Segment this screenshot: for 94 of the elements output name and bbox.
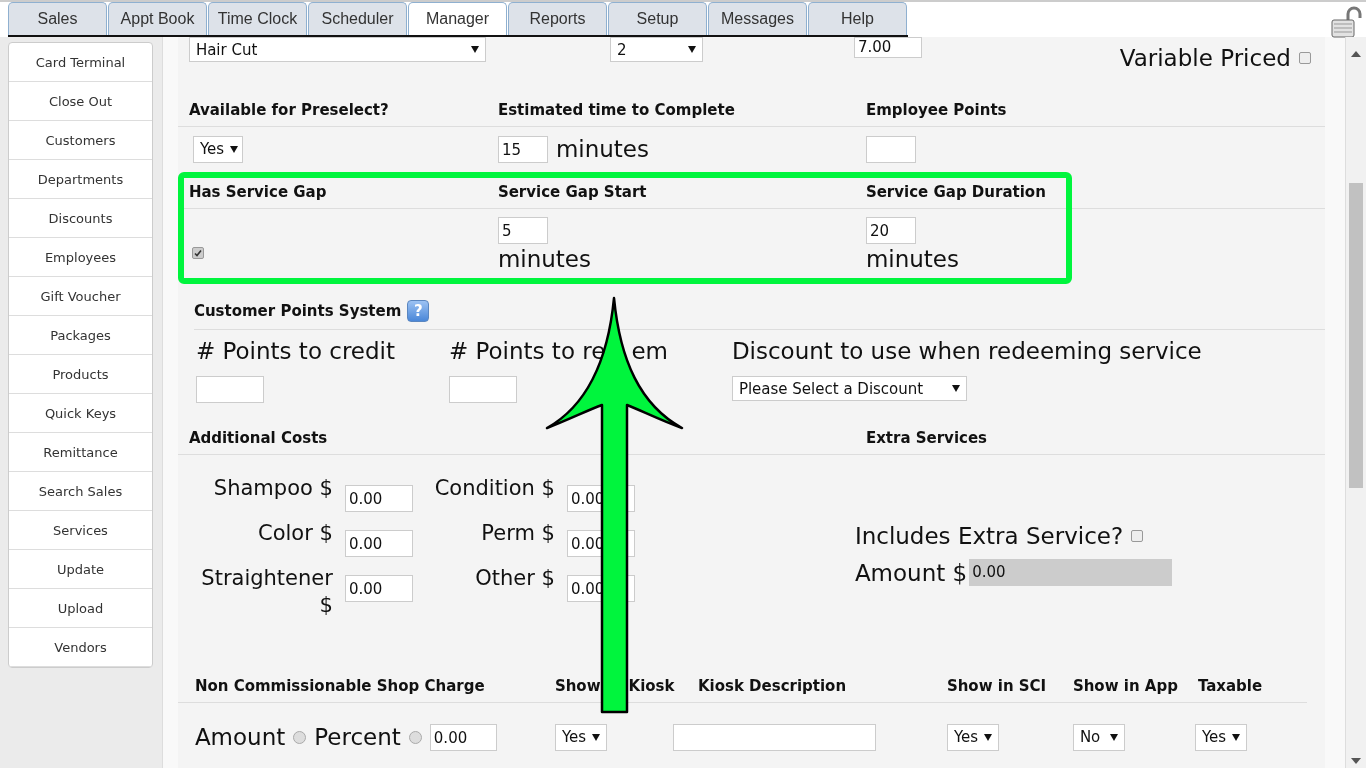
caret-icon — [1232, 733, 1241, 741]
column-header: Service Gap Start — [497, 183, 648, 201]
column-header: Kiosk Description — [697, 677, 847, 695]
scrollbar[interactable] — [1345, 37, 1366, 768]
checkbox[interactable] — [1298, 52, 1311, 64]
column-header: Available for Preselect? — [188, 101, 390, 119]
nav-tab[interactable]: Messages — [708, 2, 807, 35]
option-label: Percent — [314, 724, 401, 750]
sidebar-item[interactable]: Products — [9, 355, 152, 394]
field-label: em — [631, 338, 668, 364]
caret-icon — [230, 145, 239, 153]
cost-label: Color $ — [257, 520, 333, 547]
discount-dropdown[interactable]: Please Select a Discount — [731, 376, 967, 401]
column-header: Non Commissionable Shop Charge — [194, 677, 485, 695]
sidebar-item[interactable]: Packages — [9, 316, 152, 355]
field-label: Variable Priced — [1119, 45, 1291, 71]
nav-tab[interactable]: Time Clock — [208, 2, 307, 35]
cost-label: Perm $ — [480, 520, 555, 547]
preselect-dropdown[interactable]: Yes — [192, 135, 243, 163]
cost-label: Other $ — [474, 565, 555, 592]
minutes-field[interactable]: 5 — [497, 217, 548, 244]
radio-button[interactable] — [293, 730, 307, 744]
sidebar-item[interactable]: Departments — [9, 160, 152, 199]
points-field[interactable] — [448, 376, 517, 403]
checkbox[interactable] — [1131, 530, 1144, 542]
sidebar-item[interactable]: Customers — [9, 121, 152, 160]
yes-no-dropdown[interactable]: No — [1072, 723, 1125, 751]
column-header: Show — [554, 677, 601, 695]
nav-tab[interactable]: Help — [808, 2, 907, 35]
caret-icon — [687, 46, 696, 53]
sidebar-item[interactable]: Search Sales — [9, 472, 152, 511]
field-label: Amount $ — [854, 559, 968, 586]
description-field[interactable] — [672, 723, 876, 751]
radio-button[interactable] — [408, 730, 422, 744]
sidebar-item[interactable]: Close Out — [9, 82, 152, 121]
yes-no-dropdown[interactable]: Yes — [1194, 723, 1247, 751]
caret-icon — [951, 385, 960, 392]
cost-label: Straightener $ — [200, 565, 333, 620]
field-label: # Points to credit — [195, 338, 396, 364]
nav-tab[interactable]: Setup — [608, 2, 707, 35]
option-label: Amount — [194, 724, 286, 750]
sidebar-item[interactable]: Employees — [9, 238, 152, 277]
sidebar-item[interactable]: Card Terminal — [9, 43, 152, 82]
caret-icon — [470, 46, 479, 53]
nav-tab[interactable]: Sales — [8, 2, 107, 35]
field-label: Discount to use when redeeming service — [731, 338, 1202, 364]
sidebar-item[interactable]: Services — [9, 511, 152, 550]
column-header: Estimated time to Complete — [497, 101, 736, 119]
column-header: Has Service Gap — [188, 183, 328, 201]
nav-tab[interactable]: Appt Book — [108, 2, 207, 35]
amount-field[interactable]: 0.00 — [969, 559, 1173, 586]
section-title: Customer Points System — [193, 302, 402, 320]
nav-tab[interactable]: Reports — [508, 2, 607, 35]
column-header: Taxable — [1197, 677, 1263, 695]
cost-field[interactable]: 0.00 — [344, 485, 413, 512]
checkbox[interactable] — [191, 247, 204, 259]
sidebar-item[interactable]: Update — [9, 550, 152, 589]
sidebar-item[interactable]: Vendors — [9, 628, 152, 667]
unit-label: minutes — [497, 246, 591, 272]
caret-icon — [1109, 733, 1118, 741]
charge-field[interactable]: 0.00 — [429, 723, 497, 751]
yes-no-dropdown[interactable]: Yes — [946, 723, 999, 751]
cost-label: Shampoo $ — [212, 475, 333, 502]
cost-field[interactable]: 0.00 — [344, 530, 413, 557]
column-header: Kiosk — [628, 677, 675, 695]
section-title: Extra Services — [865, 429, 988, 447]
unit-label: minutes — [865, 246, 959, 272]
column-header: Show in SCI — [946, 677, 1047, 695]
cost-field[interactable]: 0.00 — [344, 575, 413, 602]
price-field[interactable]: 7.00 — [853, 37, 922, 58]
cost-label: Condition $ — [433, 475, 555, 502]
caret-icon — [984, 733, 993, 741]
unit-label: minutes — [555, 136, 649, 162]
points-field[interactable] — [195, 376, 264, 403]
padlock-icon[interactable] — [1330, 6, 1362, 38]
nav-tab[interactable]: Scheduler — [308, 2, 407, 35]
sidebar-item[interactable]: Upload — [9, 589, 152, 628]
service-dropdown[interactable]: Hair Cut — [188, 37, 486, 62]
column-header: Employee Points — [865, 101, 1008, 119]
quantity-dropdown[interactable]: 2 — [609, 37, 703, 62]
points-field[interactable] — [865, 135, 916, 163]
sidebar-item[interactable]: Discounts — [9, 199, 152, 238]
sidebar-item[interactable]: Gift Voucher — [9, 277, 152, 316]
sidebar-item[interactable]: Remittance — [9, 433, 152, 472]
nav-tab[interactable]: Manager — [408, 2, 507, 35]
section-title: Additional Costs — [188, 429, 329, 447]
column-header: Service Gap Duration — [865, 183, 1047, 201]
kiosk-dropdown[interactable]: Yes — [554, 723, 607, 751]
caret-icon — [592, 733, 601, 741]
field-label: Includes Extra Service? — [854, 523, 1124, 549]
column-header: Show in App — [1072, 677, 1178, 695]
minutes-field[interactable]: 20 — [865, 217, 916, 244]
sidebar-item[interactable]: Quick Keys — [9, 394, 152, 433]
time-field[interactable]: 15 — [497, 135, 548, 163]
